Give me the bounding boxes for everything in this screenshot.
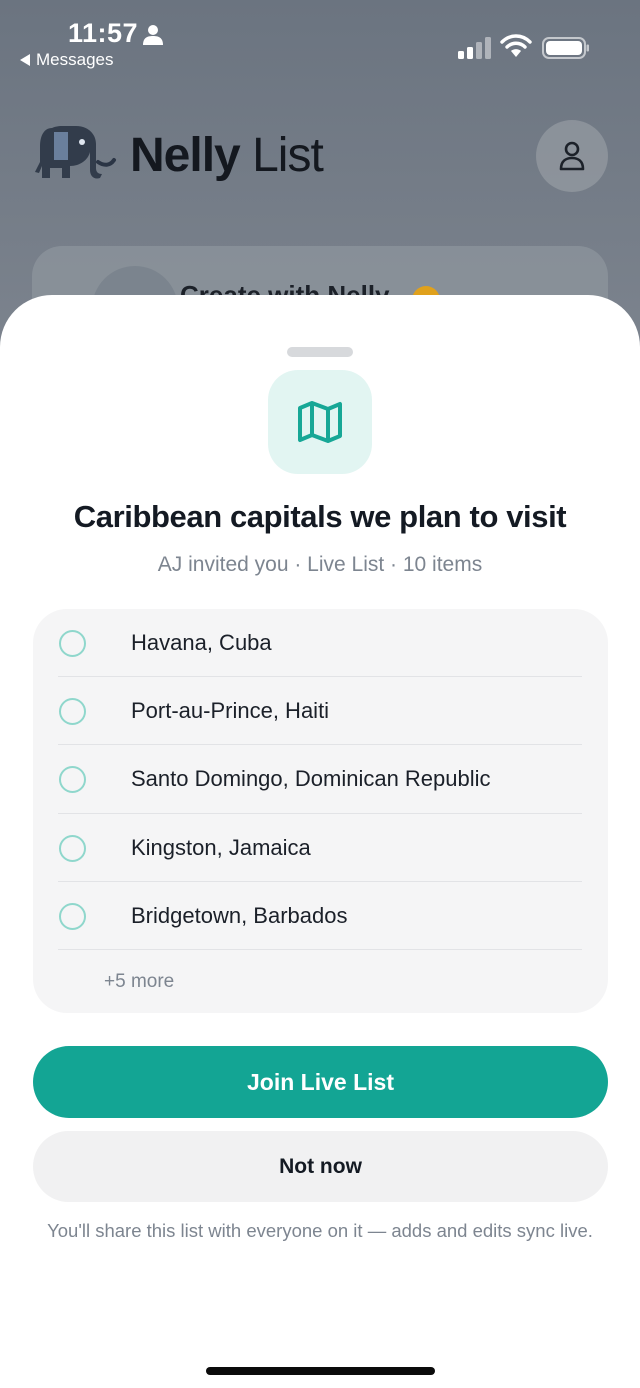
list-item-label: Port-au-Prince, Haiti (131, 698, 330, 723)
list-item-label: Santo Domingo, Dominican Republic (131, 766, 491, 791)
sharing-footnote: You'll share this list with everyone on … (47, 1220, 593, 1241)
brand-bold-text: Nelly (130, 129, 241, 182)
circle-check-icon[interactable] (59, 697, 86, 725)
list-subtitle: AJ invited you · Live List · 10 items (157, 553, 483, 576)
wifi-icon (500, 34, 532, 57)
list-item[interactable]: Santo Domingo, Dominican Republic (58, 745, 583, 813)
more-items-label: +5 more (104, 971, 175, 992)
brand-light-text: List (252, 129, 324, 182)
list-item-label: Kingston, Jamaica (131, 835, 311, 860)
battery-icon (542, 37, 589, 59)
back-to-messages-link[interactable]: Messages (20, 50, 113, 70)
map-icon (298, 401, 342, 443)
profile-icon (559, 141, 585, 171)
back-link-label: Messages (36, 50, 114, 69)
circle-check-icon[interactable] (59, 902, 86, 930)
elephant-logo-icon (35, 126, 116, 179)
sheet-grabber[interactable] (287, 347, 353, 357)
list-title: Caribbean capitals we plan to visit (73, 499, 567, 534)
list-preview: Havana, Cuba Port-au-Prince, Haiti Santo… (33, 609, 608, 1013)
screen: Nelly List Create with Nelly 11:57 Messa… (0, 0, 640, 1388)
list-icon-tile (268, 370, 372, 474)
list-item[interactable]: Bridgetown, Barbados (58, 882, 583, 950)
circle-check-icon[interactable] (59, 765, 86, 793)
profile-button[interactable] (536, 120, 608, 192)
list-item[interactable]: Port-au-Prince, Haiti (58, 677, 583, 745)
circle-check-icon[interactable] (59, 629, 86, 657)
person-icon (143, 25, 163, 45)
signal-icon (458, 37, 491, 59)
status-time: 11:57 (68, 18, 139, 48)
list-item[interactable]: Kingston, Jamaica (58, 814, 583, 882)
list-item-label: Havana, Cuba (131, 630, 272, 655)
home-indicator[interactable] (206, 1367, 435, 1375)
join-live-list-button[interactable]: Join Live List (33, 1046, 608, 1118)
list-item[interactable]: Havana, Cuba (58, 609, 583, 677)
status-bar: 11:57 Messages (0, 0, 640, 80)
list-item-label: Bridgetown, Barbados (131, 903, 348, 928)
divider (58, 949, 582, 950)
back-arrow-icon (20, 54, 30, 66)
circle-check-icon[interactable] (59, 834, 86, 862)
not-now-button[interactable]: Not now (33, 1131, 608, 1202)
brand-wordmark: Nelly List (130, 128, 324, 183)
invite-sheet: Caribbean capitals we plan to visit AJ i… (0, 295, 640, 1388)
